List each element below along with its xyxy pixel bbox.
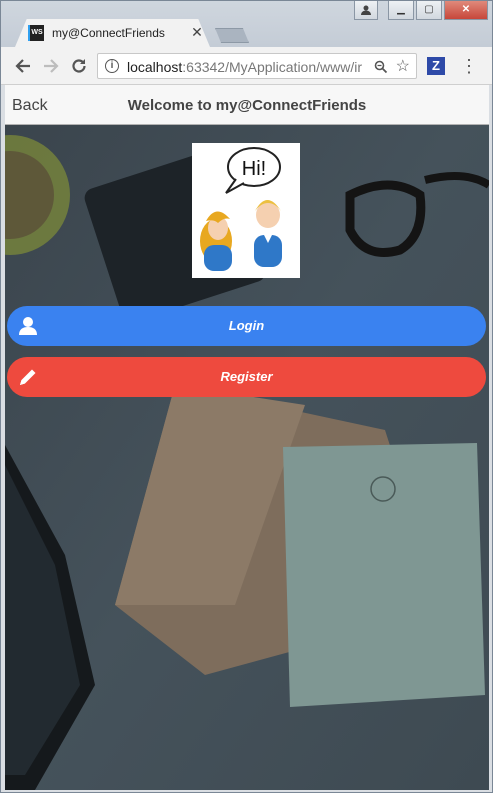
forward-arrow-icon[interactable]	[40, 55, 62, 77]
url-text: localhost:63342/MyApplication/www/ir	[127, 59, 363, 75]
new-tab-button[interactable]	[215, 28, 249, 43]
minimize-icon[interactable]: ▁	[388, 1, 414, 20]
info-icon[interactable]: i	[105, 59, 119, 73]
page-viewport: Back Welcome to my@ConnectFriends Hi! Lo…	[5, 85, 489, 790]
browser-toolbar: i localhost:63342/MyApplication/www/ir ☆…	[1, 47, 492, 85]
title-bar: WS my@ConnectFriends ✕ ▁ ▢ ✕	[1, 1, 492, 47]
login-label: Login	[228, 318, 265, 333]
maximize-icon[interactable]: ▢	[416, 1, 442, 20]
close-window-icon[interactable]: ✕	[444, 1, 488, 20]
app-logo: Hi!	[192, 143, 300, 278]
profile-icon[interactable]	[354, 1, 378, 20]
login-button[interactable]: Login	[7, 306, 486, 346]
address-bar[interactable]: i localhost:63342/MyApplication/www/ir ☆	[97, 53, 417, 79]
tab-favicon-icon: WS	[28, 25, 44, 41]
zoom-icon[interactable]	[374, 57, 388, 77]
reload-icon[interactable]	[68, 55, 90, 77]
page-title: Welcome to my@ConnectFriends	[127, 97, 367, 114]
browser-window: WS my@ConnectFriends ✕ ▁ ▢ ✕ i localhost…	[0, 0, 493, 793]
tab-close-icon[interactable]: ✕	[189, 24, 205, 40]
app-header: Back Welcome to my@ConnectFriends	[5, 85, 489, 125]
logo-speech-text: Hi!	[242, 158, 266, 180]
window-controls: ▁ ▢ ✕	[354, 1, 488, 21]
extension-z-icon[interactable]: Z	[427, 57, 445, 75]
tab-title: my@ConnectFriends	[52, 26, 165, 40]
back-arrow-icon[interactable]	[12, 55, 34, 77]
bookmark-star-icon[interactable]: ☆	[396, 56, 410, 76]
register-label: Register	[220, 369, 273, 384]
register-button[interactable]: Register	[7, 357, 486, 397]
menu-kebab-icon[interactable]: ⋮	[460, 55, 478, 77]
